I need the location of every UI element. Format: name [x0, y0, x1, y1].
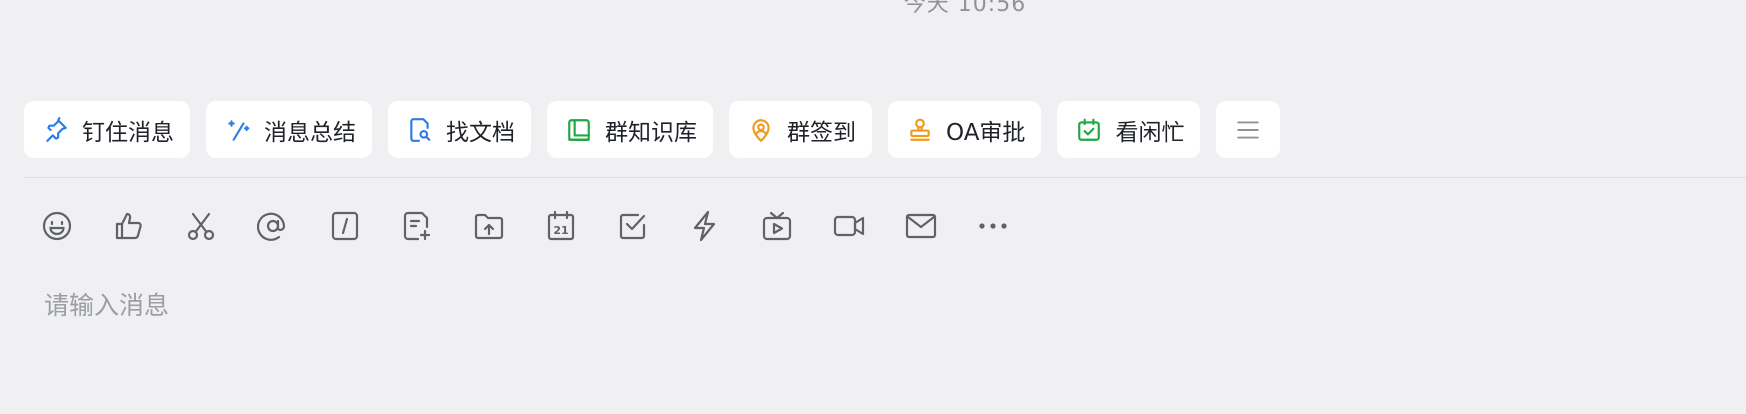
- location-pin-icon: [747, 116, 775, 144]
- more-dots-icon: [979, 223, 1007, 229]
- summarize-messages-label: 消息总结: [264, 119, 356, 146]
- svg-text:21: 21: [553, 224, 568, 237]
- new-doc-icon: [403, 211, 431, 241]
- calendar-check-icon: [1075, 116, 1103, 144]
- scissors-icon: [187, 212, 215, 241]
- like-button[interactable]: [113, 206, 145, 246]
- calendar-button[interactable]: 21: [545, 206, 577, 246]
- quick-action-button[interactable]: [689, 206, 721, 246]
- toolbar-divider: [24, 177, 1746, 178]
- emoji-button[interactable]: [41, 206, 73, 246]
- task-button[interactable]: [617, 206, 649, 246]
- oa-approval-label: OA审批: [946, 119, 1026, 146]
- group-check-in-label: 群签到: [787, 119, 856, 146]
- magic-wand-icon: [224, 116, 252, 144]
- calendar-icon: 21: [547, 210, 575, 241]
- email-button[interactable]: [905, 206, 937, 246]
- find-document-label: 找文档: [446, 119, 515, 146]
- summarize-messages-button[interactable]: 消息总结: [206, 101, 372, 158]
- composer-toolbar: 21: [41, 206, 1009, 246]
- screenshot-button[interactable]: [185, 206, 217, 246]
- quick-action-bar: 钉住消息 消息总结 找文档 群知识库 群签到 OA审批 看闲忙: [24, 101, 1281, 158]
- video-call-icon: [833, 215, 865, 237]
- thumbs-up-icon: [115, 212, 142, 240]
- slash-command-icon: [331, 211, 359, 241]
- knowledge-book-icon: [565, 116, 593, 144]
- menu-icon: [1234, 116, 1262, 144]
- group-knowledge-base-button[interactable]: 群知识库: [547, 101, 713, 158]
- checkbox-task-icon: [619, 213, 646, 240]
- live-stream-button[interactable]: [761, 206, 793, 246]
- mail-icon: [905, 213, 937, 239]
- live-tv-icon: [762, 211, 792, 241]
- pin-message-label: 钉住消息: [82, 119, 174, 146]
- pin-message-button[interactable]: 钉住消息: [24, 101, 190, 158]
- mention-button[interactable]: [257, 206, 289, 246]
- emoji-icon: [42, 211, 72, 241]
- more-tools-button[interactable]: [977, 206, 1009, 246]
- message-timestamp: 今天 10:56: [903, 0, 1027, 17]
- slash-command-button[interactable]: [329, 206, 361, 246]
- video-call-button[interactable]: [833, 206, 865, 246]
- pin-icon: [42, 116, 70, 144]
- group-knowledge-base-label: 群知识库: [605, 119, 697, 146]
- stamp-icon: [906, 116, 934, 144]
- at-sign-icon: [257, 212, 286, 241]
- doc-search-icon: [406, 116, 434, 144]
- check-availability-button[interactable]: 看闲忙: [1057, 101, 1201, 158]
- message-input[interactable]: [44, 285, 1644, 325]
- check-availability-label: 看闲忙: [1115, 119, 1185, 146]
- folder-upload-icon: [474, 213, 504, 240]
- new-document-button[interactable]: [401, 206, 433, 246]
- oa-approval-button[interactable]: OA审批: [888, 101, 1042, 158]
- upload-file-button[interactable]: [473, 206, 505, 246]
- group-check-in-button[interactable]: 群签到: [729, 101, 872, 158]
- more-actions-button[interactable]: [1216, 101, 1281, 158]
- lightning-icon: [693, 210, 716, 242]
- find-document-button[interactable]: 找文档: [388, 101, 531, 158]
